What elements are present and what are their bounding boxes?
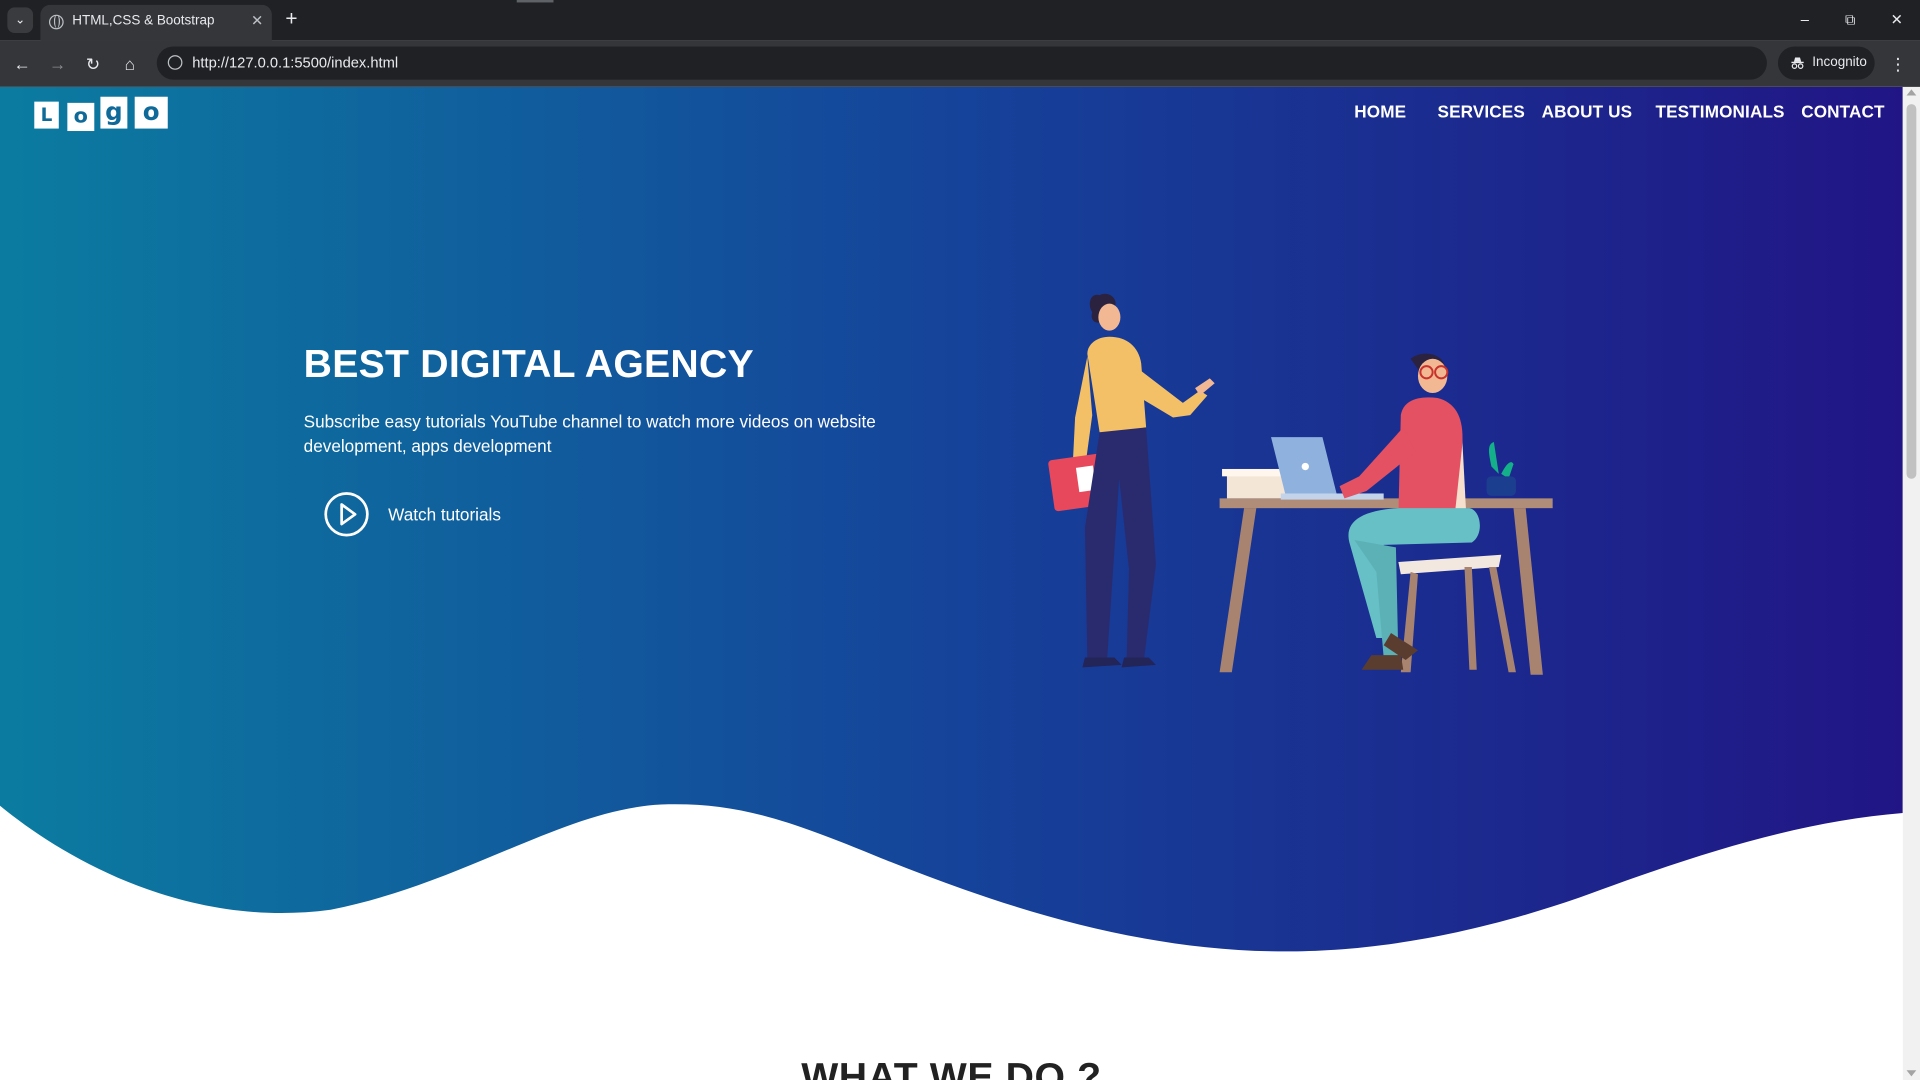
logo-letter-l: L	[34, 101, 59, 129]
nav-services[interactable]: SERVICES	[1438, 102, 1525, 126]
scroll-up-arrow-icon[interactable]	[1906, 89, 1917, 96]
new-tab-plus-icon[interactable]: +	[280, 8, 302, 31]
incognito-label: Incognito	[1812, 55, 1867, 70]
hero-section: L o g o HOME SERVICES ABOUT US TESTIMONI…	[0, 86, 1903, 1080]
site-logo[interactable]: L o g o	[34, 96, 169, 132]
nav-contact[interactable]: CONTACT	[1801, 102, 1884, 126]
browser-menu-icon[interactable]: ⋮	[1888, 51, 1908, 75]
close-window-icon[interactable]: ✕	[1886, 10, 1908, 30]
back-arrow-icon[interactable]: ←	[10, 51, 34, 75]
nav-home[interactable]: HOME	[1354, 102, 1406, 126]
page-scrollbar[interactable]	[1902, 86, 1920, 1080]
standing-person-figure	[1048, 293, 1215, 668]
scroll-down-arrow-icon[interactable]	[1906, 1070, 1917, 1077]
forward-arrow-icon[interactable]: →	[45, 51, 69, 75]
incognito-icon	[1791, 57, 1804, 69]
close-tab-icon[interactable]: ✕	[249, 12, 266, 29]
hero-background-wave	[0, 86, 1903, 952]
section-title-what-we-do: WHAT WE DO ?	[801, 1054, 1102, 1080]
minimize-icon[interactable]: –	[1794, 10, 1816, 30]
site-info-icon[interactable]	[167, 55, 183, 70]
incognito-badge[interactable]: Incognito	[1777, 46, 1875, 80]
tab-search-chevron-icon[interactable]: ⌄	[7, 7, 34, 34]
nav-about-us[interactable]: ABOUT US	[1542, 102, 1633, 126]
page-viewport: L o g o HOME SERVICES ABOUT US TESTIMONI…	[0, 86, 1920, 1080]
globe-icon	[48, 14, 64, 30]
tab-title: HTML,CSS & Bootstrap	[72, 13, 215, 29]
restore-icon[interactable]: ⧉	[1839, 10, 1861, 30]
hero-title: BEST DIGITAL AGENCY	[303, 341, 754, 386]
browser-toolbar: ← → ↻ ⌂ http://127.0.0.1:5500/index.html…	[0, 40, 1920, 87]
hero-subtitle: Subscribe easy tutorials YouTube channel…	[303, 411, 876, 456]
tab-strip-indicator	[516, 0, 554, 3]
logo-letter-o: o	[67, 102, 95, 132]
nav-testimonials[interactable]: TESTIMONIALS	[1656, 102, 1785, 126]
scrollbar-thumb[interactable]	[1906, 104, 1917, 479]
browser-tab-strip: ⌄ HTML,CSS & Bootstrap ✕ + – ⧉ ✕	[0, 0, 1920, 41]
play-circle-icon	[324, 492, 369, 537]
address-bar[interactable]: http://127.0.0.1:5500/index.html	[156, 46, 1767, 80]
reload-icon[interactable]: ↻	[81, 51, 105, 75]
home-icon[interactable]: ⌂	[118, 51, 142, 75]
office-illustration	[1048, 293, 1553, 675]
browser-tab[interactable]: HTML,CSS & Bootstrap ✕	[40, 4, 272, 41]
seated-person-figure	[1339, 353, 1516, 673]
watch-tutorials-label: Watch tutorials	[388, 504, 501, 525]
logo-letter-o2: o	[134, 96, 168, 129]
url-text[interactable]: http://127.0.0.1:5500/index.html	[192, 54, 398, 71]
logo-letter-g: g	[100, 96, 128, 129]
